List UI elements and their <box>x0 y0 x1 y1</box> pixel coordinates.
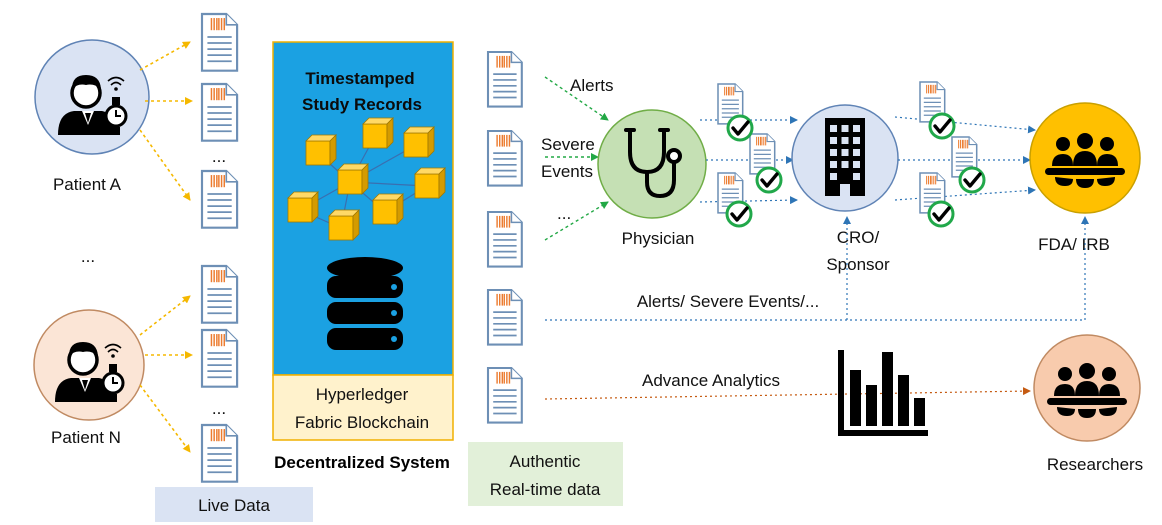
analytics-flow-line <box>544 387 1031 400</box>
analytics-flow-label: Advance Analytics <box>642 371 780 390</box>
check-icon <box>928 112 956 140</box>
block-cube-icon <box>362 117 394 149</box>
blockchain-title-line2: Study Records <box>302 95 422 114</box>
patient-a-label: Patient A <box>53 175 122 194</box>
database-icon <box>327 257 403 350</box>
verified-documents-cro-fda <box>919 81 986 228</box>
check-icon <box>927 200 955 228</box>
authentic-line1: Authentic <box>510 452 581 471</box>
block-cube-icon <box>328 209 360 241</box>
bar-chart-icon <box>838 350 928 436</box>
physician-circle <box>597 109 707 219</box>
block-cube-icon <box>305 134 337 166</box>
patient-n-node: Patient N <box>33 309 145 447</box>
patients-ellipsis: ... <box>81 247 95 266</box>
alerts-label: Alerts <box>570 76 613 95</box>
fda-label: FDA/ IRB <box>1038 235 1110 254</box>
document-icon <box>486 50 523 108</box>
live-data-ellipsis-bottom: ... <box>212 399 226 418</box>
block-cube-icon <box>403 126 435 158</box>
blockchain-footer-line2: Fabric Blockchain <box>295 413 429 432</box>
severe-label-line1: Severe <box>541 135 595 154</box>
patient-n-label: Patient N <box>51 428 121 447</box>
researchers-label: Researchers <box>1047 455 1143 474</box>
live-data-label: Live Data <box>198 496 270 515</box>
document-icon <box>486 288 523 346</box>
authentic-documents <box>486 50 523 424</box>
fda-node: FDA/ IRB <box>1029 102 1141 254</box>
cro-node: CRO/ Sponsor <box>791 104 899 274</box>
document-icon <box>486 129 523 187</box>
block-cube-icon <box>337 163 369 195</box>
researchers-node: Researchers <box>1033 334 1143 474</box>
check-icon <box>755 166 783 194</box>
verified-documents-physician-cro <box>717 83 783 228</box>
blockchain-panel: Timestamped Study Records Hyperledger Fa… <box>272 41 454 441</box>
check-icon <box>725 200 753 228</box>
block-cube-icon <box>414 167 446 199</box>
alerts-severe-flow-label: Alerts/ Severe Events/... <box>637 292 819 311</box>
blockchain-title-line1: Timestamped <box>305 69 414 88</box>
document-icon <box>486 210 523 268</box>
patient-a-node: Patient A <box>34 39 150 194</box>
committee-group-icon <box>1045 133 1125 188</box>
document-icon <box>200 82 239 142</box>
physician-node: Physician <box>597 109 707 248</box>
decentralized-system-caption: Decentralized System <box>274 453 450 472</box>
workflow-diagram: Patient A ... Patient N ... ... Live Dat… <box>33 12 1143 522</box>
researchers-group-icon <box>1047 363 1127 418</box>
cro-label-line2: Sponsor <box>826 255 890 274</box>
document-icon <box>200 328 239 388</box>
live-data-ellipsis-top: ... <box>212 147 226 166</box>
document-icon <box>200 423 239 483</box>
blockchain-footer-line1: Hyperledger <box>316 385 409 404</box>
block-cube-icon <box>287 191 319 223</box>
building-icon <box>825 118 865 196</box>
check-icon <box>958 166 986 194</box>
document-icon <box>200 169 239 229</box>
authentic-line2: Real-time data <box>490 480 601 499</box>
severe-label-line2: Events <box>541 162 593 181</box>
check-icon <box>726 114 754 142</box>
cro-label-line1: CRO/ <box>837 228 880 247</box>
document-icon <box>200 264 239 324</box>
physician-label: Physician <box>622 229 695 248</box>
events-ellipsis: ... <box>557 204 571 223</box>
document-icon <box>200 12 239 72</box>
block-cube-icon <box>372 193 404 225</box>
document-icon <box>486 366 523 424</box>
